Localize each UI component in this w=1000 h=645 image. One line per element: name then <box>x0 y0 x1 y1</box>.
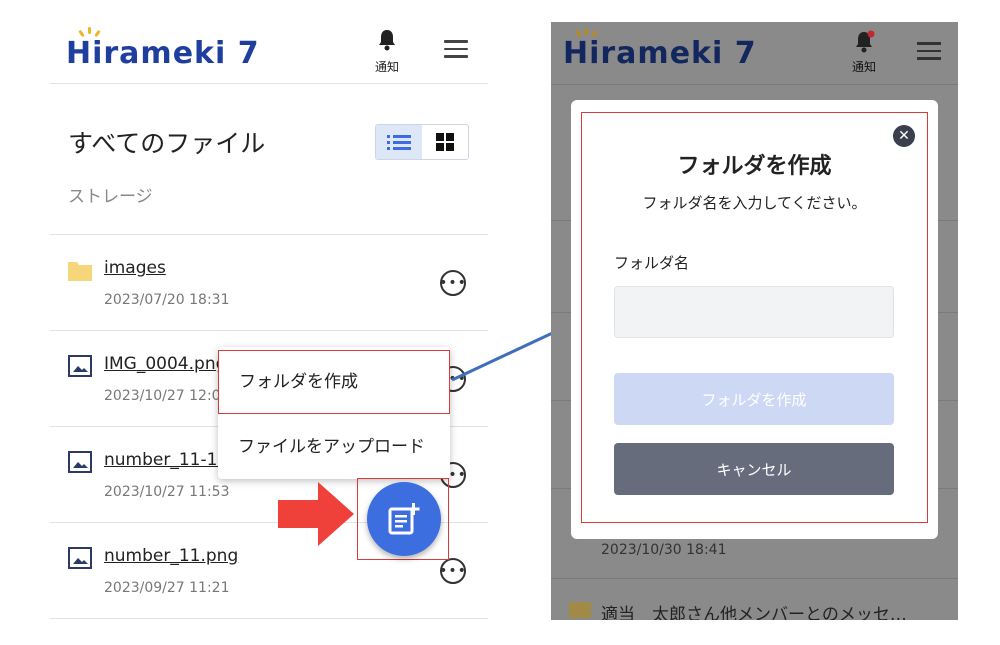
bell-icon <box>856 30 875 53</box>
app-logo[interactable]: Hirameki 7 <box>66 26 266 76</box>
image-icon <box>68 451 92 473</box>
notification-label: 通知 <box>374 60 399 74</box>
view-toggle <box>375 124 469 160</box>
image-icon <box>68 355 92 377</box>
file-date: 2023/10/30 18:41 <box>601 542 727 558</box>
create-menu: フォルダを作成 ファイルをアップロード <box>218 347 450 479</box>
list-view-button[interactable] <box>376 125 422 159</box>
more-options-button[interactable]: ••• <box>439 270 466 296</box>
upload-file-menu-item[interactable]: ファイルをアップロード <box>218 415 450 479</box>
header-divider <box>551 84 958 85</box>
create-folder-button[interactable]: フォルダを作成 <box>614 373 894 425</box>
bell-icon <box>379 30 395 51</box>
folder-name-input[interactable] <box>614 286 894 338</box>
note-add-icon <box>388 503 420 535</box>
folder-icon <box>569 602 591 618</box>
file-name[interactable]: number_11.png <box>104 546 238 566</box>
image-icon <box>68 547 92 569</box>
notification-button: 通知 <box>841 30 887 75</box>
list-divider <box>551 578 958 579</box>
create-folder-dialog: ✕ フォルダを作成 フォルダ名を入力してください。 フォルダ名 フォルダを作成 … <box>571 100 938 539</box>
file-date: 2023/09/27 11:21 <box>104 580 230 596</box>
right-phone-screen: Hirameki 7 通知 2023/10/30 18:41 適当 太郎さん他メ… <box>551 22 958 620</box>
red-arrow-annotation <box>278 482 354 546</box>
header-divider <box>50 83 488 84</box>
file-name[interactable]: number_11-1. <box>104 450 223 470</box>
row-divider <box>50 330 488 331</box>
dialog-subtitle: フォルダ名を入力してください。 <box>642 194 867 212</box>
file-date: 2023/10/27 12:0 <box>104 388 221 404</box>
folder-name-label: フォルダ名 <box>614 254 690 272</box>
app-logo: Hirameki 7 <box>563 28 763 74</box>
left-phone-screen: Hirameki 7 通知 すべてのファイル ストレージ images 2023… <box>50 0 488 645</box>
file-date: 2023/10/27 11:53 <box>104 484 230 500</box>
file-date: 2023/07/20 18:31 <box>104 292 230 308</box>
notification-button[interactable]: 通知 <box>370 28 404 75</box>
grid-icon <box>436 133 454 151</box>
breadcrumb[interactable]: ストレージ <box>68 182 153 207</box>
logo-text: Hirameki 7 <box>66 36 260 71</box>
page-title: すべてのファイル <box>68 129 266 158</box>
create-folder-menu-item[interactable]: フォルダを作成 <box>218 350 450 414</box>
list-icon <box>387 135 411 150</box>
notification-label: 通知 <box>851 60 876 74</box>
file-name: 適当 太郎さん他メンバーとのメッセ… <box>601 605 907 620</box>
cancel-button[interactable]: キャンセル <box>614 443 894 495</box>
menu-icon[interactable] <box>444 40 468 63</box>
add-file-button[interactable] <box>367 482 441 556</box>
folder-icon <box>68 262 92 281</box>
list-item[interactable] <box>50 235 488 330</box>
grid-view-button[interactable] <box>422 125 468 159</box>
file-name[interactable]: IMG_0004.png <box>104 354 226 374</box>
logo-text: Hirameki 7 <box>563 36 757 71</box>
menu-icon <box>917 42 941 65</box>
row-divider <box>50 618 488 619</box>
more-options-button[interactable]: ••• <box>439 558 466 584</box>
close-icon[interactable]: ✕ <box>893 125 915 147</box>
file-name[interactable]: images <box>104 258 166 278</box>
dialog-title: フォルダを作成 <box>677 154 832 179</box>
